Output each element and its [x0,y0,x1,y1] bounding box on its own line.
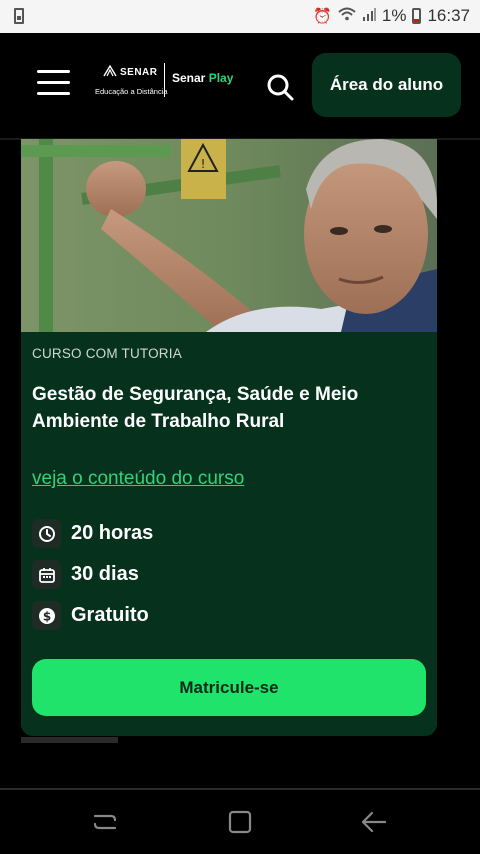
course-title: Gestão de Segurança, Saúde e Meio Ambien… [32,384,359,432]
alarm-icon: ⏰ [313,8,332,25]
search-icon[interactable] [266,73,294,101]
course-type-tag: CURSO COM TUTORIA [32,346,182,361]
enroll-button[interactable]: Matricule-se [32,659,426,716]
logo-divider [164,63,165,97]
course-access-period-text: 30 dias [71,563,139,585]
clock-icon [32,519,61,548]
status-icons: ⏰ 1% 16:37 [313,6,470,26]
home-icon[interactable] [226,808,254,836]
senar-leaf-icon [103,65,117,77]
status-bar: ⏰ 1% 16:37 [0,0,480,33]
notification-icon [14,8,24,24]
svg-text:$: $ [42,609,50,623]
recent-apps-icon[interactable] [91,808,119,836]
calendar-icon [32,560,61,589]
back-icon[interactable] [360,808,388,836]
senar-brand: SENAR [103,65,158,78]
course-price-text: Gratuito [71,604,149,626]
menu-icon[interactable] [37,70,70,96]
site-header: SENAR Educação a Distância Senar Play Ár… [0,33,480,138]
clock-time: 16:37 [427,6,470,25]
senar-play-text: Senar Play [172,71,234,85]
course-image: ! [21,139,437,332]
course-card: ! CURSO COM TUTORIA Gestão de Segurança,… [21,139,437,736]
system-navigation-bar [0,790,480,854]
course-duration: 20 horas [32,519,153,548]
dollar-icon: $ [32,601,61,630]
signal-icon [362,7,376,25]
senar-play-logo[interactable]: SENAR Educação a Distância Senar Play [95,63,245,103]
scroll-indicator [21,737,118,743]
svg-text:!: ! [201,157,206,171]
wifi-icon [338,7,356,25]
view-course-content-link[interactable]: veja o conteúdo do curso [32,468,244,490]
senar-subtitle: Educação a Distância [95,87,168,96]
battery-icon [412,8,422,24]
course-access-period: 30 dias [32,560,139,589]
course-duration-text: 20 horas [71,522,154,544]
student-area-button[interactable]: Área do aluno [312,53,461,117]
course-price: $ Gratuito [32,601,149,630]
battery-percent: 1% [381,6,407,25]
